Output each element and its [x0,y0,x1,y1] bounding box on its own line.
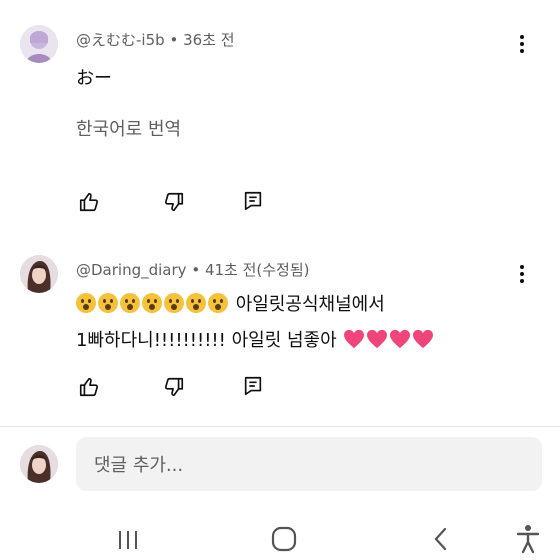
comment-text-line1: 아일릿공식채널에서 [76,290,385,316]
more-vert-icon[interactable] [512,262,532,286]
comment-avatar[interactable] [20,255,58,293]
pink-heart-emoji-icon [344,329,365,349]
recent-apps-icon [119,531,137,549]
comment-text-part2: 1빠하다니!!!!!!!!!! 아일릿 넘좋아 [76,330,337,351]
comment-text-line2: 1빠하다니!!!!!!!!!! 아일릿 넘좋아 [76,326,434,352]
emoji-row [76,293,230,315]
like-button[interactable] [76,189,102,215]
thumbs-up-icon [79,377,98,397]
comment-author[interactable]: @えむむ-i5b [76,31,165,49]
avatar-image [20,445,58,483]
comment-reply-icon [244,191,262,211]
astonished-face-emoji-icon [208,293,228,313]
pink-heart-emoji-icon [367,329,388,349]
meta-separator: • [191,261,201,279]
home-icon [271,526,297,552]
avatar-image [20,255,58,293]
home-button[interactable] [264,522,304,556]
thumbs-up-icon [79,192,98,212]
comment-author[interactable]: @Daring_diary [76,261,187,279]
thumbs-down-icon [165,192,184,212]
comment-text: おー [76,68,112,89]
my-avatar[interactable] [20,445,58,483]
meta-separator: • [169,31,179,49]
translate-link[interactable]: 한국어로 번역 [76,115,181,141]
dislike-button[interactable] [161,374,187,400]
reply-button[interactable] [240,373,266,399]
astonished-face-emoji-icon [142,293,162,313]
heart-row [342,329,434,351]
astonished-face-emoji-icon [76,293,96,313]
recent-apps-button[interactable] [108,524,148,556]
pink-heart-emoji-icon [413,329,434,349]
reply-button[interactable] [240,188,266,214]
back-icon [434,527,447,551]
comment-meta: @Daring_diary • 41초 전(수정됨) [76,259,310,280]
accessibility-icon [516,525,540,554]
comment-reply-icon [244,376,262,396]
astonished-face-emoji-icon [164,293,184,313]
add-comment-placeholder: 댓글 추가... [94,455,184,476]
astonished-face-emoji-icon [98,293,118,313]
astonished-face-emoji-icon [120,293,140,313]
comment-time: 36초 전 [183,31,235,49]
thumbs-down-icon [165,377,184,397]
pink-heart-emoji-icon [390,329,411,349]
comment-meta: @えむむ-i5b • 36초 전 [76,29,235,50]
like-button[interactable] [76,374,102,400]
accessibility-button[interactable] [510,522,546,556]
dislike-button[interactable] [161,189,187,215]
back-button[interactable] [421,522,461,556]
add-comment-input[interactable]: 댓글 추가... [76,437,542,491]
comment-time: 41초 전(수정됨) [204,261,310,279]
comment-avatar[interactable] [20,25,58,63]
astonished-face-emoji-icon [186,293,206,313]
comment-text-part1: 아일릿공식채널에서 [235,294,385,315]
avatar-image [20,25,58,63]
more-vert-icon[interactable] [512,32,532,56]
section-divider [0,426,560,427]
